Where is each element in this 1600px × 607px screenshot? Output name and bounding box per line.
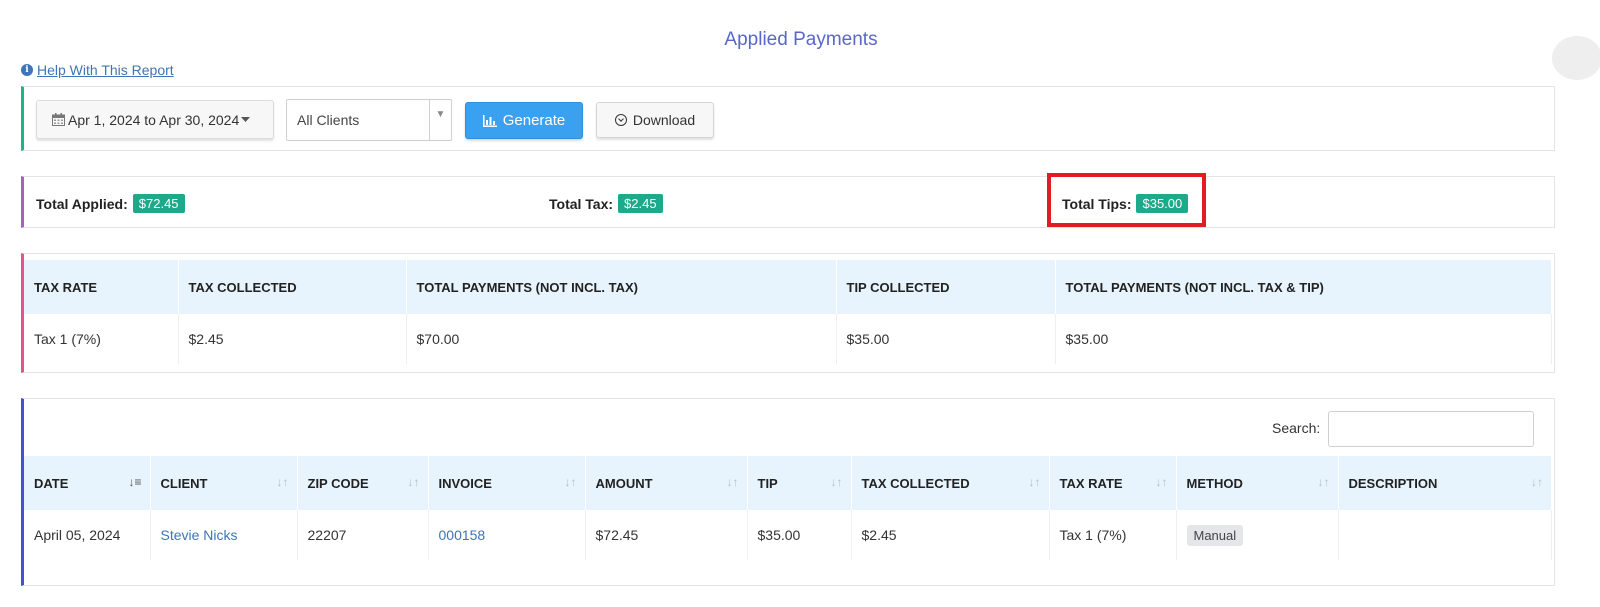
help-link[interactable]: i Help With This Report: [21, 62, 174, 78]
sort-icon: ↓↑: [726, 475, 739, 489]
cell-total-payments: $70.00: [406, 314, 837, 364]
total-applied-label: Total Applied:: [36, 195, 128, 212]
calendar-icon: [52, 113, 65, 126]
cell-description: [1338, 510, 1552, 560]
client-select-value: All Clients: [297, 112, 360, 128]
total-applied-badge: $72.45: [132, 194, 185, 213]
payments-panel: Search: DATE ↓≡ CLIENT ↓↑ ZIP CODE ↓↑ INVOI…: [21, 398, 1555, 586]
column-header-tax-rate: TAX RATE: [24, 260, 179, 314]
column-header-date[interactable]: DATE ↓≡: [24, 456, 151, 510]
column-header-description[interactable]: DESCRIPTION ↓↑: [1338, 456, 1552, 510]
sort-icon: ↓↑: [1317, 475, 1330, 489]
totals-panel: Total Applied: $72.45 Total Tax: $2.45 T…: [21, 176, 1555, 228]
side-circle-button[interactable]: [1552, 36, 1600, 80]
total-tips: Total Tips: $35.00: [1062, 194, 1189, 213]
bar-chart-icon: [482, 114, 497, 127]
chevron-down-icon: ▼: [429, 100, 451, 140]
total-tax: Total Tax: $2.45: [549, 194, 663, 213]
sort-icon: ↓↑: [407, 475, 420, 489]
column-header-tip-collected: TIP COLLECTED: [836, 260, 1056, 314]
sort-icon: ↓↑: [830, 475, 843, 489]
column-header-method[interactable]: METHOD ↓↑: [1176, 456, 1339, 510]
column-header-tax-rate[interactable]: TAX RATE ↓↑: [1049, 456, 1177, 510]
column-header-invoice[interactable]: INVOICE ↓↑: [428, 456, 586, 510]
total-tax-badge: $2.45: [618, 194, 663, 213]
tax-summary-panel: TAX RATE TAX COLLECTED TOTAL PAYMENTS (N…: [21, 253, 1555, 373]
generate-button[interactable]: Generate: [465, 102, 583, 139]
cell-tax-rate: Tax 1 (7%): [24, 314, 179, 364]
table-row: Tax 1 (7%) $2.45 $70.00 $35.00 $35.00: [24, 314, 1552, 364]
table-header-row: TAX RATE TAX COLLECTED TOTAL PAYMENTS (N…: [24, 260, 1552, 314]
invoice-link[interactable]: 000158: [439, 527, 486, 543]
client-select[interactable]: All Clients ▼: [286, 99, 452, 141]
search-label: Search:: [1272, 420, 1321, 436]
sort-icon: ↓↑: [1028, 475, 1041, 489]
caret-down-icon: [241, 116, 251, 122]
column-header-total-payments-no-tip: TOTAL PAYMENTS (NOT INCL. TAX & TIP): [1055, 260, 1552, 314]
date-range-button[interactable]: Apr 1, 2024 to Apr 30, 2024: [36, 100, 274, 139]
column-header-tip[interactable]: TIP ↓↑: [747, 456, 852, 510]
cell-amount: $72.45: [585, 510, 748, 560]
cell-invoice: 000158: [428, 510, 586, 560]
cell-client: Stevie Nicks: [150, 510, 298, 560]
payments-table: DATE ↓≡ CLIENT ↓↑ ZIP CODE ↓↑ INVOICE ↓↑ AMO…: [24, 456, 1552, 560]
table-row: April 05, 2024 Stevie Nicks 22207 000158…: [24, 510, 1552, 560]
cell-tip-collected: $35.00: [836, 314, 1056, 364]
page-title: Applied Payments: [724, 29, 878, 50]
download-label: Download: [632, 112, 696, 128]
cell-tip: $35.00: [747, 510, 852, 560]
column-header-tax-collected: TAX COLLECTED: [178, 260, 407, 314]
generate-label: Generate: [502, 112, 566, 129]
sort-icon: ↓↑: [276, 475, 289, 489]
column-header-tax-collected[interactable]: TAX COLLECTED ↓↑: [851, 456, 1050, 510]
total-applied: Total Applied: $72.45: [36, 194, 185, 213]
table-header-row: DATE ↓≡ CLIENT ↓↑ ZIP CODE ↓↑ INVOICE ↓↑ AMO…: [24, 456, 1552, 510]
total-tax-label: Total Tax:: [549, 195, 614, 212]
cell-total-payments-no-tip: $35.00: [1055, 314, 1552, 364]
total-tips-label: Total Tips:: [1062, 195, 1132, 212]
cell-tax-rate: Tax 1 (7%): [1049, 510, 1177, 560]
column-header-client[interactable]: CLIENT ↓↑: [150, 456, 298, 510]
cell-date: April 05, 2024: [24, 510, 151, 560]
cell-zip: 22207: [297, 510, 429, 560]
download-button[interactable]: Download: [596, 102, 714, 138]
column-header-zip[interactable]: ZIP CODE ↓↑: [297, 456, 429, 510]
filters-panel: Apr 1, 2024 to Apr 30, 2024 All Clients …: [21, 86, 1555, 151]
cell-method: Manual: [1176, 510, 1339, 560]
total-tips-badge: $35.00: [1136, 194, 1189, 213]
help-link-label: Help With This Report: [37, 62, 174, 78]
info-icon: i: [21, 64, 33, 76]
download-icon: [614, 114, 627, 126]
client-link[interactable]: Stevie Nicks: [161, 527, 238, 543]
method-badge: Manual: [1186, 525, 1244, 546]
cell-tax-collected: $2.45: [178, 314, 407, 364]
column-header-amount[interactable]: AMOUNT ↓↑: [585, 456, 748, 510]
sort-asc-icon: ↓≡: [128, 475, 142, 489]
search-input[interactable]: [1328, 411, 1534, 447]
sort-icon: ↓↑: [1155, 475, 1168, 489]
column-header-total-payments: TOTAL PAYMENTS (NOT INCL. TAX): [406, 260, 837, 314]
sort-icon: ↓↑: [1531, 475, 1543, 489]
date-range-label: Apr 1, 2024 to Apr 30, 2024: [68, 111, 240, 128]
cell-tax-collected: $2.45: [851, 510, 1050, 560]
sort-icon: ↓↑: [564, 475, 577, 489]
tax-summary-table: TAX RATE TAX COLLECTED TOTAL PAYMENTS (N…: [24, 260, 1552, 364]
